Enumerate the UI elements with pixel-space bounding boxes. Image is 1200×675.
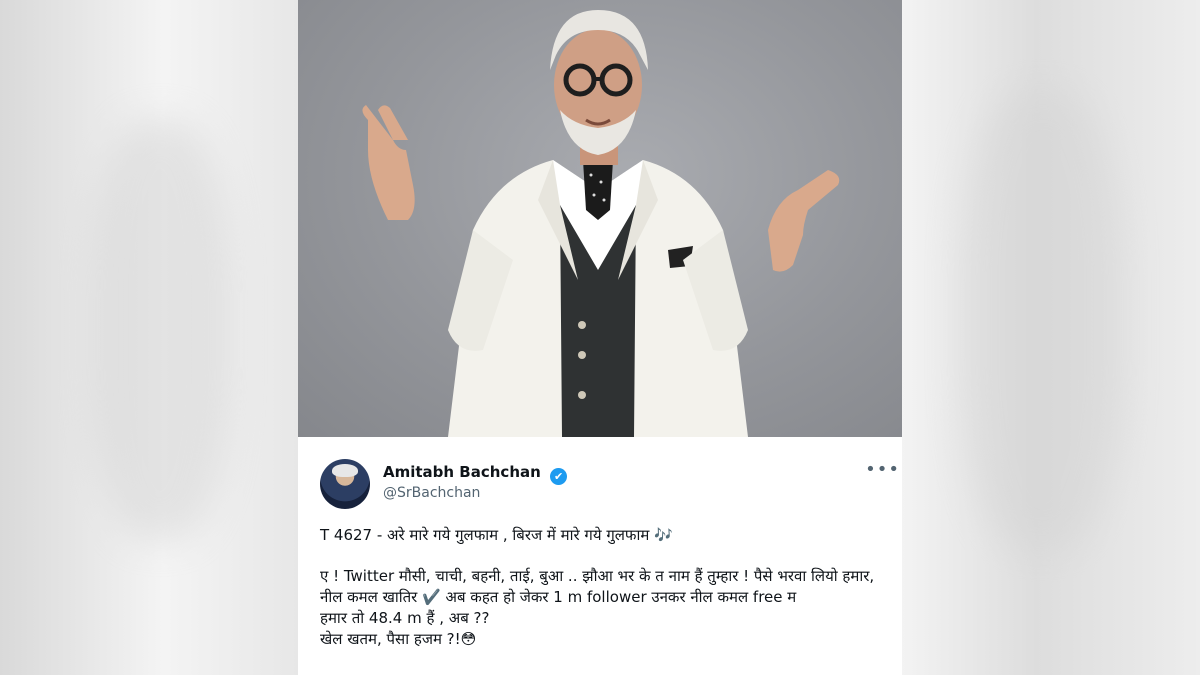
tweet-line-2: ए ! Twitter मौसी, चाची, बहनी, ताई, बुआ .… [320,567,875,606]
tweet-line-4: खेल खतम, पैसा हजम ?!😳 [320,630,477,648]
blurred-background-left [0,0,298,675]
more-options-icon[interactable]: ••• [865,459,900,480]
tweet-line-1: T 4627 - अरे मारे गये गुलफाम , बिरज में … [320,526,673,544]
tweet-text: T 4627 - अरे मारे गये गुलफाम , बिरज में … [320,525,890,650]
author-name[interactable]: Amitabh Bachchan ✔ [383,463,568,485]
author-name-text[interactable]: Amitabh Bachchan [383,463,541,481]
tweet-screenshot: Amitabh Bachchan ✔ @SrBachchan ••• T 462… [298,0,902,675]
blurred-background-right [902,0,1200,675]
author-avatar[interactable] [320,459,370,509]
tweet-card: Amitabh Bachchan ✔ @SrBachchan ••• T 462… [298,437,902,675]
man-in-white-suit-illustration [362,10,840,437]
tweet-photo[interactable] [298,0,902,437]
verified-badge-icon: ✔ [550,468,568,485]
author-handle[interactable]: @SrBachchan [383,485,480,501]
tweet-line-3: हमार तो 48.4 m हैं , अब ?? [320,609,490,627]
